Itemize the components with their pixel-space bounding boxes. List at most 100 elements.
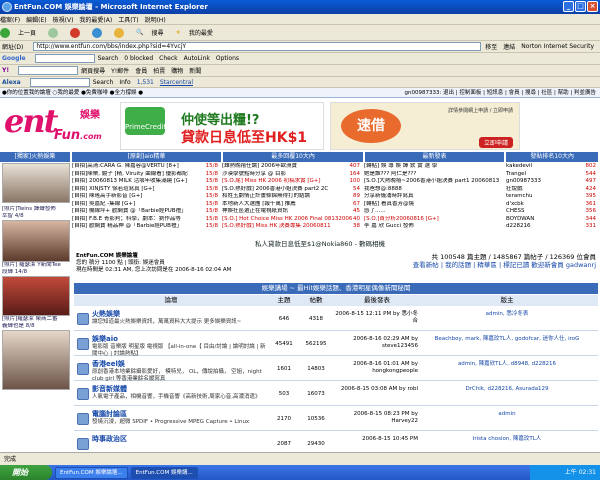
yahoo-search-input[interactable]	[18, 66, 79, 75]
minimize-button[interactable]: _	[563, 1, 574, 12]
list-item[interactable]: 沙漠學號點時分享 @ 目影 164	[222, 171, 362, 179]
menu-edit[interactable]: 編輯(E)	[26, 15, 46, 24]
search-button[interactable]: 🔍 搜尋	[136, 28, 170, 37]
yahoo-news[interactable]: 新聞	[189, 66, 201, 75]
list-item[interactable]: [S.O.熱好戲] Miss HK 決賽專集 20060811 38	[222, 223, 362, 231]
forum-moderators[interactable]: admin, 悉冷冬表	[422, 307, 592, 330]
list-item[interactable]: [自拍] 陳瑤高手新影音 [G+] 15/8	[72, 193, 220, 201]
forum-title[interactable]: 娛樂aio	[92, 334, 268, 344]
google-search-button[interactable]: Search	[98, 55, 119, 62]
list-item[interactable]: [自拍] 歡網寶 精品神 @「Barbie經PUB禮」 15/8	[72, 223, 220, 231]
yahoo-auction[interactable]: 拍賣	[153, 66, 165, 75]
spell-check-button[interactable]: Check	[159, 55, 177, 62]
forum-moderators[interactable]: DrChik, d228216, Asurada129	[422, 382, 592, 405]
refresh-button[interactable]	[92, 27, 108, 38]
forum-row[interactable]: 娛樂aio 電影版 音樂版 明星版 電視版 【all-in-one【 目由/討論 …	[74, 332, 598, 357]
alexa-search-input[interactable]	[29, 77, 90, 87]
list-item[interactable]: CHESS 356	[506, 208, 598, 216]
list-item[interactable]: [自拍] F.B.E 青影判；科學，劇本：劉作品等 15/8	[72, 216, 220, 224]
go-button[interactable]: 移至	[485, 42, 497, 51]
back-button[interactable]: 上一頁	[0, 27, 42, 38]
side-photo[interactable]	[2, 220, 70, 262]
forum-row[interactable]: 火熱娛樂 讓您知道最火熱娛樂資訊，萬萬資料大大提示 更多娛樂資訊~ 646 431…	[74, 307, 598, 331]
list-item[interactable]: 和姓玉劇情正計畫條錦無得打的結論 89	[222, 193, 362, 201]
forum-moderators[interactable]: admin, 陳嘉欣TL人, d8948, d228216	[422, 357, 592, 380]
list-item[interactable]: [自拍] XINJSTY 徐若瑄寫真 [G+] 15/8	[72, 186, 220, 194]
forum-last-post[interactable]: 2006-8-16 01:01 AM by hongkongpeople	[332, 357, 422, 380]
list-item[interactable]: 李 嘉 欣 Gucci 發佈	[364, 223, 504, 231]
forum-row[interactable]: 影音新媒體 人氣電子產品，相機音響，手機音響《高新技術,周家心音,高濃消遣》 50…	[74, 382, 598, 406]
photo-caption[interactable]: [照片] 羅瑟潔 Y新聞Tee	[2, 262, 70, 269]
stats-links[interactable]: 查看新帖 | 我的話題 | 精華區 | 標記已讀 歡迎新會員 gadwanrj	[413, 261, 596, 269]
list-item[interactable]: d228216 331	[506, 223, 598, 231]
list-item[interactable]: 神娛社區選正在電視紙資訊 45	[222, 208, 362, 216]
start-button[interactable]: 開始	[0, 465, 52, 480]
list-item[interactable]: [S.O.熱好戲] 2006香港小姐決賽 part2 2C 54	[222, 186, 362, 194]
taskbar-item[interactable]: EntFun.COM 娛樂論壇...	[55, 466, 128, 479]
list-item[interactable]: [難熱晚禧仕論] 2006年歐洲寶 407	[222, 163, 362, 171]
col-head-most-replies[interactable]: 最多回覆10大內	[223, 152, 363, 162]
side-photo[interactable]	[2, 330, 70, 390]
list-item[interactable]: 我爸想@:8888	[364, 186, 504, 194]
links-button[interactable]: 連結	[503, 42, 515, 51]
photo-caption[interactable]: [照片]羅瑟潔 榮商二番	[2, 316, 70, 323]
forum-section-header[interactable]: 娛樂講場 ~ 最Hit娛樂話題、香港明星偶像新聞秘聞	[74, 283, 598, 294]
list-item[interactable]: [自拍]陳樂, 鏡子 [精, Viruity 曲線看] 優影都配 15/8	[72, 171, 220, 179]
yahoo-shopping[interactable]: 購物	[171, 66, 183, 75]
close-button[interactable]: ×	[587, 1, 598, 12]
norton-toolbar[interactable]: Norton Internet Security	[521, 43, 594, 50]
col-head-hot[interactable]: [獨家]火熱娛樂	[0, 152, 70, 162]
promo-link[interactable]: 私人貸款日息低至$1@Nokia860 - 數碼相機	[120, 238, 520, 248]
list-item[interactable]: [自拍] 機線坪+ 歡網寶 @「Barbie經PUB禮」 15/8	[72, 208, 220, 216]
list-item[interactable]: teramchu 395	[506, 193, 598, 201]
forum-moderators[interactable]: admin	[422, 407, 592, 430]
list-item[interactable]: 狂說戲 424	[506, 186, 598, 194]
forum-row[interactable]: 電腦討論區 發燒沉浸，超微 SPDIF • Progressive MPEG Ca…	[74, 407, 598, 431]
taskbar-item-active[interactable]: EntFun.COM 娛樂講...	[130, 466, 198, 479]
forum-last-post[interactable]: 2006-8-15 12:11 PM by 悉小冬 合	[332, 307, 422, 330]
address-input[interactable]: http://www.entfun.com/bbs/index.php?sid=…	[33, 42, 482, 51]
forum-title[interactable]: 電腦討論區	[92, 409, 268, 419]
yahoo-web-search[interactable]: 網頁搜尋	[81, 66, 105, 75]
autolink-button[interactable]: AutoLink	[184, 55, 210, 62]
list-item[interactable]: [轉貼] 看真香芳@燒	[364, 201, 504, 209]
apply-now-button[interactable]: 立即申請	[478, 137, 513, 148]
forum-title[interactable]: 香港eel娛	[92, 359, 268, 369]
col-head-aio[interactable]: [原創]aio精華	[71, 152, 222, 162]
menu-view[interactable]: 檢視(V)	[53, 15, 74, 24]
user-nav-links[interactable]: gn00987333: 退出 | 控制面板 | 短訊息 | 會員 | 搜尋 | …	[404, 88, 596, 98]
forum-title[interactable]: 時事政治区	[92, 434, 268, 444]
site-logo[interactable]: ent 娛樂 Fun.com	[4, 102, 104, 150]
col-head-newest[interactable]: 最新發表	[364, 152, 505, 162]
list-item[interactable]: [自拍]高清:CARA G. 陳嘉容@VERTU [8+] 15/8	[72, 163, 220, 171]
alexa-info-button[interactable]: Info	[119, 79, 130, 86]
breadcrumb[interactable]: ●你的位置我的論壇 ○我的最愛 ●免費咖啡 ●全力撐娛 ●	[2, 88, 143, 98]
list-item[interactable]: BOYDWAN 344	[506, 216, 598, 224]
forum-last-post[interactable]: 2006-8-15 03:08 AM by robl	[332, 382, 422, 405]
list-item[interactable]: 本地新人大選團 [報千萬] 推薦 67	[222, 201, 362, 209]
photo-caption[interactable]: [照片]Twins 譯聲發佈	[2, 206, 70, 213]
menu-tools[interactable]: 工具(T)	[118, 15, 138, 24]
menu-favorites[interactable]: 我的最愛(A)	[79, 15, 112, 24]
forum-row[interactable]: 香港eel娛 原創香港本地業餘攝影愛好， 模特兒， OL，傳說拍攝， 空姐，nig…	[74, 357, 598, 382]
side-photo[interactable]	[2, 163, 70, 203]
yahoo-member[interactable]: 會員	[135, 66, 147, 75]
alexa-search-button[interactable]: Search	[93, 79, 114, 86]
yahoo-mail[interactable]: Y!郵件	[111, 66, 129, 75]
list-item[interactable]: gn00987333 497	[506, 178, 598, 186]
list-item[interactable]: 分享新儀涌時評寫真	[364, 193, 504, 201]
list-item[interactable]: [S.O.] Hot Choice Miss HK 2006 Final 081…	[222, 216, 362, 224]
forum-last-post[interactable]: 2006-8-15 08:23 PM by Harvey22	[332, 407, 422, 430]
menu-help[interactable]: 說明(H)	[145, 15, 166, 24]
popup-blocked[interactable]: 0 blocked	[124, 55, 153, 62]
loan-banner-ad[interactable]: PrimeCredit 仲使等出糧!? 貸款日息低至HK$1	[120, 102, 324, 150]
list-item[interactable]: d'xcbk 361	[506, 201, 598, 209]
list-item[interactable]: 她是誰??? 阿仁是???	[364, 171, 504, 179]
list-item[interactable]: kakedevil 802	[506, 163, 598, 171]
clock[interactable]: 上午 02:31	[565, 469, 596, 476]
menu-file[interactable]: 檔案(F)	[0, 15, 20, 24]
stop-button[interactable]	[70, 27, 86, 38]
list-item[interactable]: Trangel 544	[506, 171, 598, 179]
forum-title[interactable]: 影音新媒體	[92, 384, 268, 394]
forward-button[interactable]	[48, 27, 64, 38]
